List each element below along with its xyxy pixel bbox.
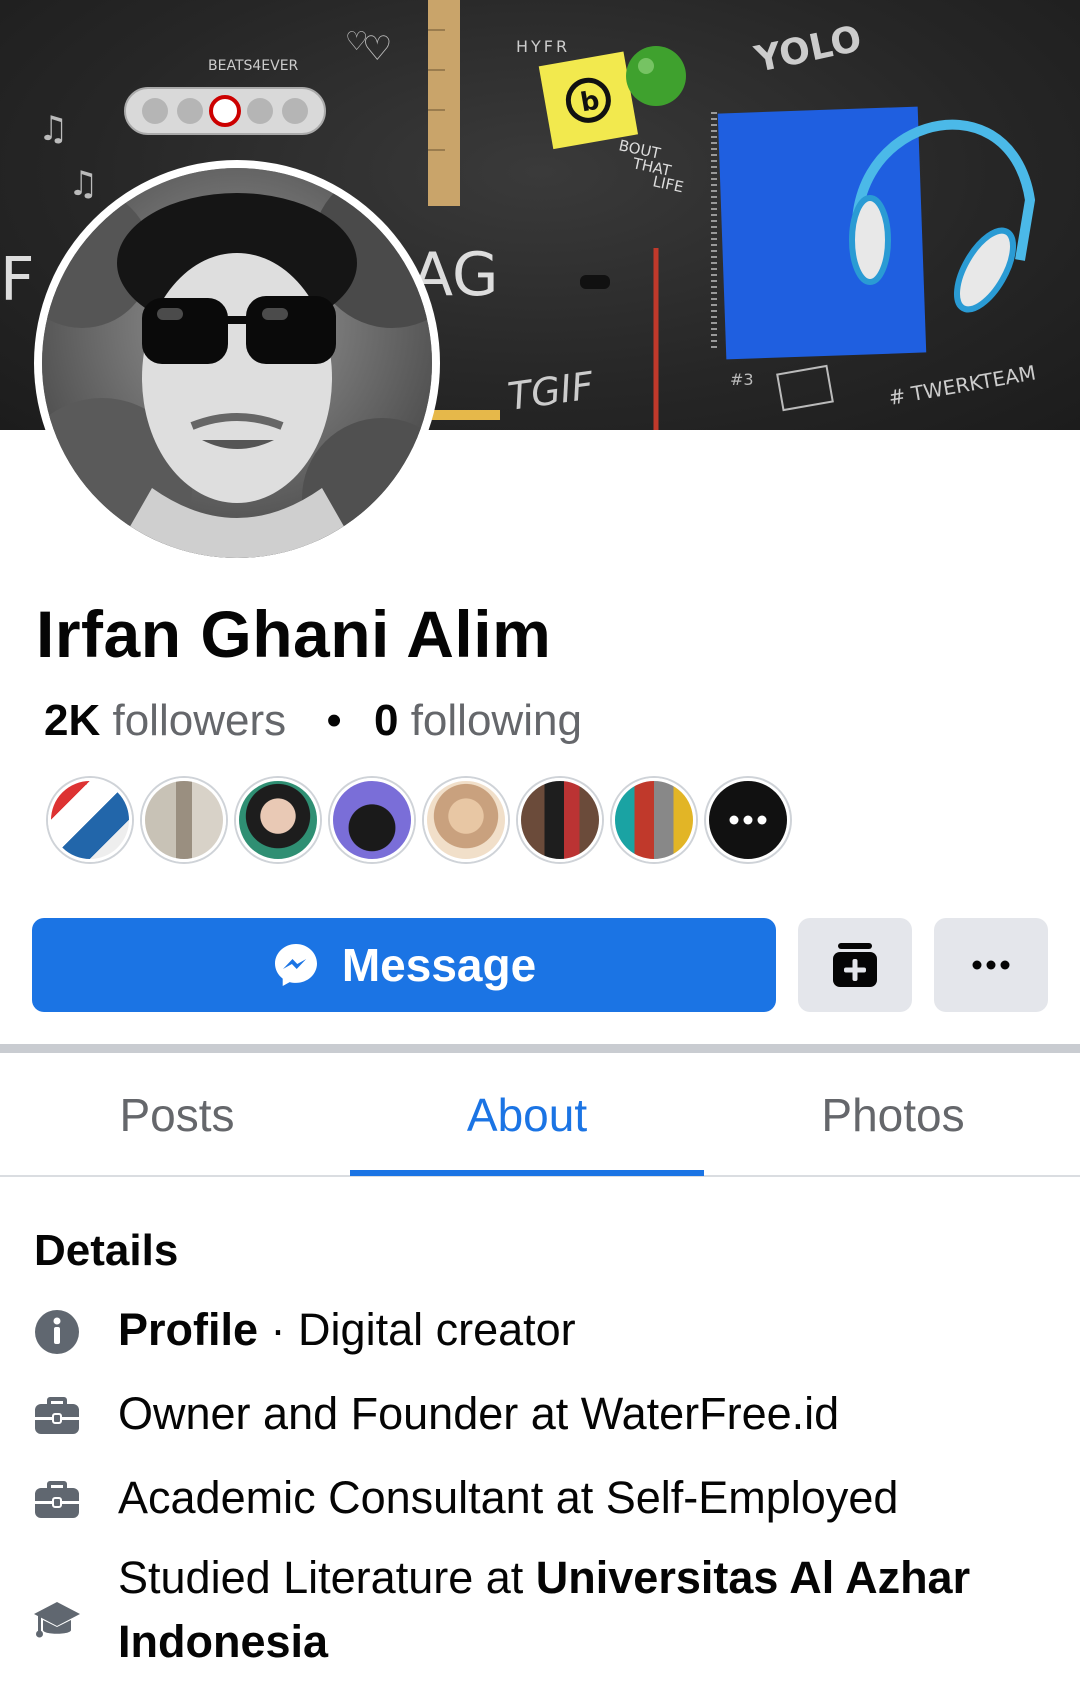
avatar-photo bbox=[42, 168, 432, 558]
cover-text-tgif: TGIF bbox=[505, 363, 597, 419]
detail-profile-value: Digital creator bbox=[298, 1304, 576, 1355]
following-count[interactable]: 0 bbox=[374, 696, 398, 745]
details-title: Details bbox=[34, 1226, 179, 1275]
add-to-story-button[interactable] bbox=[798, 918, 912, 1012]
friend-avatar[interactable] bbox=[612, 778, 696, 862]
briefcase-icon bbox=[35, 1397, 79, 1434]
follow-stats: 2K followers • 0 following bbox=[44, 696, 582, 746]
more-friends-button[interactable] bbox=[706, 778, 790, 862]
friend-avatar[interactable] bbox=[330, 778, 414, 862]
followers-count[interactable]: 2K bbox=[44, 696, 100, 745]
more-dots-icon bbox=[729, 815, 767, 825]
svg-text:♫: ♫ bbox=[38, 109, 68, 149]
messenger-icon bbox=[274, 944, 317, 986]
more-dots-icon bbox=[972, 960, 1010, 970]
tab-about[interactable]: About bbox=[350, 1053, 704, 1177]
detail-education-text: Studied Literature at bbox=[118, 1552, 536, 1603]
cover-text-num: #3 bbox=[730, 370, 754, 389]
friend-avatar[interactable] bbox=[142, 778, 226, 862]
profile-actions: Message bbox=[32, 918, 1048, 1012]
friends-avatars-row bbox=[48, 778, 790, 864]
active-tab-indicator bbox=[350, 1170, 704, 1176]
cover-text-hyfr: HYFR bbox=[516, 37, 570, 56]
profile-tabs: Posts About Photos bbox=[0, 1053, 1080, 1177]
cover-text-yolo: YOLO bbox=[750, 18, 865, 81]
following-label[interactable]: following bbox=[411, 696, 582, 745]
svg-text:♫: ♫ bbox=[68, 164, 98, 204]
friend-avatar[interactable] bbox=[48, 778, 132, 862]
add-to-story-icon bbox=[833, 943, 877, 987]
followers-label[interactable]: followers bbox=[112, 696, 286, 745]
cover-text-f: F bbox=[0, 245, 35, 315]
svg-text:♡: ♡ bbox=[362, 29, 392, 69]
briefcase-icon bbox=[35, 1481, 79, 1518]
detail-profile-label: Profile bbox=[118, 1304, 259, 1355]
cover-text-life: LIFE bbox=[651, 172, 685, 196]
more-options-button[interactable] bbox=[934, 918, 1048, 1012]
friend-avatar[interactable] bbox=[236, 778, 320, 862]
graduation-cap-icon bbox=[34, 1602, 80, 1638]
detail-work-2-text: Academic Consultant at Self-Employed bbox=[118, 1472, 899, 1523]
message-button[interactable]: Message bbox=[32, 918, 776, 1012]
info-icon bbox=[35, 1310, 79, 1354]
section-divider bbox=[0, 1044, 1080, 1053]
friend-avatar[interactable] bbox=[424, 778, 508, 862]
message-button-label: Message bbox=[341, 939, 537, 991]
detail-work-1-text: Owner and Founder at WaterFree.id bbox=[118, 1388, 840, 1439]
tab-photos[interactable]: Photos bbox=[716, 1053, 1070, 1177]
stats-separator: • bbox=[326, 696, 342, 745]
profile-name: Irfan Ghani Alim bbox=[36, 597, 552, 671]
detail-profile-sep: · bbox=[258, 1304, 299, 1355]
tab-posts[interactable]: Posts bbox=[0, 1053, 354, 1177]
friend-avatar[interactable] bbox=[518, 778, 602, 862]
cover-text-hashtag: # TWERKTEAM bbox=[887, 360, 1038, 410]
cover-text-beats: BEATS4EVER bbox=[208, 58, 299, 74]
profile-avatar[interactable] bbox=[34, 160, 440, 566]
